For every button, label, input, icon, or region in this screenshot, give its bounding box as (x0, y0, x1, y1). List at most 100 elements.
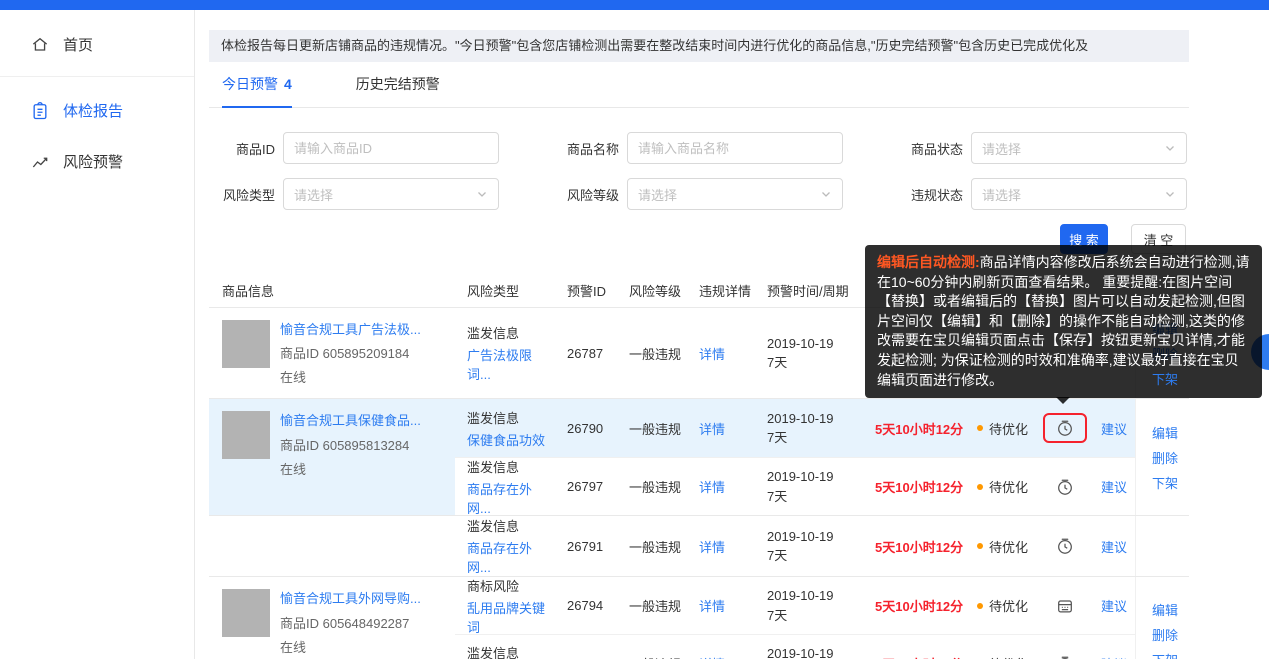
filter-form: 商品ID 商品名称 商品状态 请选择 风险类型 (209, 132, 1189, 254)
product-status-select[interactable]: 请选择 (971, 132, 1187, 164)
product-status: 在线 (280, 638, 421, 658)
clock-icon[interactable] (1056, 655, 1074, 659)
clock-icon[interactable] (1043, 413, 1087, 443)
filter-label: 违规状态 (901, 185, 963, 204)
violation-status-select[interactable]: 请选择 (971, 178, 1187, 210)
product-info: 愉音合规工具保健食品...商品ID 605895813284在线 (280, 411, 421, 505)
filter-row-1: 商品ID 商品名称 商品状态 请选择 (209, 132, 1189, 164)
filter-row-2: 风险类型 请选择 风险等级 请选择 违规状态 请选择 (209, 178, 1189, 210)
status-cell: 待优化 (965, 419, 1041, 438)
detail-cell: 详情 (687, 537, 755, 556)
tab-bar: 今日预警4 历史完结预警 (209, 74, 1189, 108)
action-link-edit[interactable]: 编辑 (1152, 600, 1178, 619)
suggest-link[interactable]: 建议 (1101, 480, 1127, 495)
icon-cell (1041, 413, 1089, 443)
product-info: 愉音合规工具外网导购...商品ID 605648492287在线 (280, 589, 421, 659)
select-placeholder: 请选择 (982, 185, 1021, 204)
action-link-offshelf[interactable]: 下架 (1152, 369, 1178, 388)
sidebar-item-report[interactable]: 体检报告 (0, 85, 194, 136)
product-id-input[interactable] (283, 132, 499, 164)
clock-icon[interactable] (1056, 478, 1074, 496)
status-label: 待优化 (989, 540, 1028, 555)
warning-id: 26790 (555, 421, 617, 436)
detail-link[interactable]: 详情 (699, 422, 725, 437)
detail-link[interactable]: 详情 (699, 347, 725, 362)
suggest-cell: 建议 (1089, 419, 1135, 438)
remain-time: 5天10小时12分 (863, 477, 965, 496)
action-link-delete[interactable]: 删除 (1152, 448, 1178, 467)
action-cell: 编辑删除下架 (1135, 577, 1189, 659)
product-title-link[interactable]: 愉音合规工具广告法极... (280, 320, 421, 340)
warning-rows: 商标风险乱用品牌关键词26794一般违规详情2019-10-197天5天10小时… (455, 577, 1135, 659)
remain-time: 5天10小时12分 (863, 537, 965, 556)
product-title-link[interactable]: 愉音合规工具保健食品... (280, 411, 421, 431)
warning-time: 2019-10-197天 (755, 527, 863, 566)
top-blue-bar (0, 0, 1269, 10)
risk-sub-link[interactable]: 广告法极限词... (467, 345, 555, 383)
filter-label: 商品ID (213, 139, 275, 158)
risk-sub-link[interactable]: 保健食品功效 (467, 430, 555, 449)
filter-label: 风险等级 (557, 185, 619, 204)
risk-type-select[interactable]: 请选择 (283, 178, 499, 210)
risk-sub-link[interactable]: 商品存在外网... (467, 479, 555, 517)
warning-date: 2019-10-19 (767, 334, 863, 354)
action-link-delete[interactable]: 删除 (1152, 625, 1178, 644)
warning-id: 26797 (555, 479, 617, 494)
tab-today-warning[interactable]: 今日预警4 (222, 74, 292, 108)
remain-time: 5天10小时12分 (863, 654, 965, 659)
suggest-cell: 建议 (1089, 537, 1135, 556)
icon-cell (1041, 537, 1089, 555)
suggest-cell: 建议 (1089, 654, 1135, 659)
product-image (222, 411, 270, 459)
filter-product-name: 商品名称 (557, 132, 843, 164)
risk-sub-link[interactable]: 乱用品牌关键词 (467, 598, 555, 636)
detail-link[interactable]: 详情 (699, 540, 725, 555)
report-icon (30, 101, 50, 121)
filter-risk-level: 风险等级 请选择 (557, 178, 843, 210)
status-cell: 待优化 (965, 477, 1041, 496)
detail-link[interactable]: 详情 (699, 480, 725, 495)
sidebar-item-home[interactable]: 首页 (0, 10, 194, 70)
risk-type-cell: 滥发信息商品存在外网... (455, 516, 555, 576)
risk-level-select[interactable]: 请选择 (627, 178, 843, 210)
suggest-link[interactable]: 建议 (1101, 599, 1127, 614)
risk-sub-link[interactable]: 商品存在外网... (467, 538, 555, 576)
detail-link[interactable]: 详情 (699, 599, 725, 614)
header-warning-time: 预警时间/周期 (755, 281, 863, 300)
filter-violation-status: 违规状态 请选择 (901, 178, 1187, 210)
warning-date: 2019-10-19 (767, 644, 863, 659)
clock-icon[interactable] (1056, 537, 1074, 555)
chevron-down-icon (476, 188, 488, 200)
action-link-offshelf[interactable]: 下架 (1152, 473, 1178, 492)
header-detail: 违规详情 (687, 281, 755, 300)
action-link-edit[interactable]: 编辑 (1152, 423, 1178, 442)
sidebar-item-label: 体检报告 (63, 100, 123, 121)
calendar-icon[interactable] (1056, 597, 1074, 615)
sidebar-item-risk[interactable]: 风险预警 (0, 136, 194, 187)
product-id: 商品ID 605895813284 (280, 436, 421, 456)
tooltip-body: 商品详情内容修改后系统会自动进行检测,请在10~60分钟内刷新页面查看结果。 重… (877, 254, 1250, 388)
sidebar: 首页 体检报告 风险预警 (0, 10, 195, 659)
suggest-link[interactable]: 建议 (1101, 540, 1127, 555)
header-risk-type: 风险类型 (455, 281, 555, 300)
product-title-link[interactable]: 愉音合规工具外网导购... (280, 589, 421, 609)
status-label: 待优化 (989, 599, 1028, 614)
home-icon (30, 35, 50, 55)
suggest-link[interactable]: 建议 (1101, 422, 1127, 437)
action-link-offshelf[interactable]: 下架 (1152, 650, 1178, 659)
remain-time: 5天10小时12分 (863, 419, 965, 438)
tab-history-warning[interactable]: 历史完结预警 (356, 74, 440, 107)
app: 首页 体检报告 风险预警 体检报告每日更新店铺商品的违规情况。"今日预警"包含您… (0, 0, 1269, 659)
notice-banner: 体检报告每日更新店铺商品的违规情况。"今日预警"包含您店铺检测出需要在整改结束时… (209, 30, 1189, 62)
warning-rows: 滥发信息保健食品功效26790一般违规详情2019-10-197天5天10小时1… (455, 399, 1135, 515)
tab-label: 今日预警 (222, 76, 278, 92)
product-name-input[interactable] (627, 132, 843, 164)
warning-time: 2019-10-197天 (755, 586, 863, 625)
filter-label: 商品名称 (557, 139, 619, 158)
status-cell: 待优化 (965, 654, 1041, 659)
warning-row: 滥发信息商品存在外网...26797一般违规详情2019-10-197天5天10… (455, 457, 1135, 516)
product-cell: 愉音合规工具广告法极...商品ID 605895209184在线 (209, 308, 455, 398)
remain-time: 5天10小时12分 (863, 596, 965, 615)
warning-id: 26794 (555, 598, 617, 613)
filter-product-status: 商品状态 请选择 (901, 132, 1187, 164)
